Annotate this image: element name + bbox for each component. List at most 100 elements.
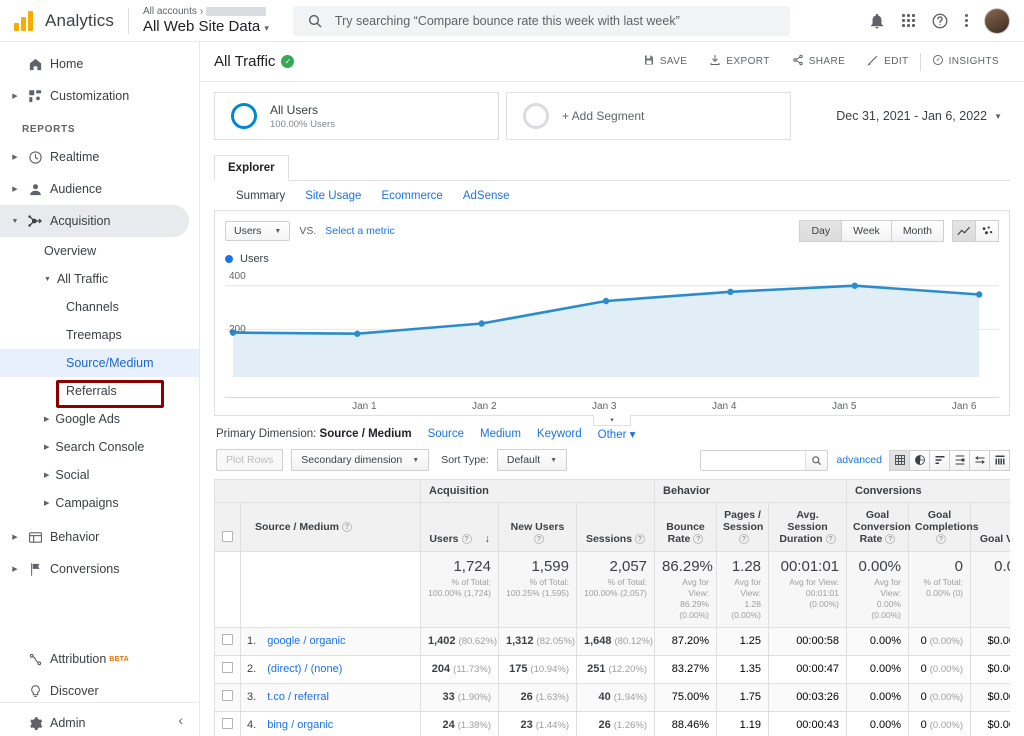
edit-button[interactable]: EDIT xyxy=(856,51,919,73)
sidebar-item-treemaps[interactable]: Treemaps xyxy=(0,321,199,349)
column-users[interactable]: Users? ↓ xyxy=(420,502,499,552)
sidebar-item-realtime[interactable]: ▶ Realtime xyxy=(0,141,199,173)
search-icon[interactable] xyxy=(805,450,828,470)
table-row[interactable]: 1. google / organic 1,402 (80.62%) 1,312(… xyxy=(214,626,1010,656)
select-all-checkbox[interactable] xyxy=(222,531,233,542)
row-source-link[interactable]: bing / organic xyxy=(267,719,333,731)
share-button[interactable]: SHARE xyxy=(781,51,856,73)
column-bounce-rate[interactable]: Bounce Rate? xyxy=(654,502,718,552)
bar-chart-view-icon[interactable] xyxy=(929,449,950,471)
help-icon[interactable]: ? xyxy=(693,534,704,545)
help-icon[interactable]: ? xyxy=(342,522,353,533)
property-name[interactable]: All Web Site Data ▾ xyxy=(143,18,269,36)
dimension-link-keyword[interactable]: Keyword xyxy=(537,428,582,440)
row-checkbox[interactable] xyxy=(221,662,233,673)
notifications-icon[interactable] xyxy=(868,12,886,30)
row-checkbox[interactable] xyxy=(221,690,233,701)
row-checkbox-cell[interactable] xyxy=(214,710,241,736)
granularity-day[interactable]: Day xyxy=(799,220,843,242)
sidebar-item-acquisition[interactable]: ▼ Acquisition xyxy=(0,205,189,237)
line-chart-icon[interactable] xyxy=(952,220,976,242)
sidebar-item-referrals[interactable]: Referrals xyxy=(0,377,199,405)
row-source-cell[interactable]: 4. bing / organic xyxy=(240,710,421,736)
row-source-link[interactable]: t.co / referral xyxy=(267,691,329,703)
help-icon[interactable]: ? xyxy=(534,534,544,545)
table-row[interactable]: 4. bing / organic 24 (1.38%) 23 (1.44%) 26… xyxy=(214,710,1010,736)
table-view-icon[interactable] xyxy=(889,449,910,471)
help-icon[interactable]: ? xyxy=(461,534,472,545)
help-icon[interactable]: ? xyxy=(825,534,836,545)
granularity-week[interactable]: Week xyxy=(841,220,892,242)
subtab-summary[interactable]: Summary xyxy=(236,190,285,202)
column-source-medium[interactable]: Source / Medium? xyxy=(240,502,421,552)
row-checkbox-cell[interactable] xyxy=(214,654,241,684)
sidebar-item-google-ads[interactable]: ▶ Google Ads xyxy=(0,405,199,433)
avatar[interactable] xyxy=(984,7,1010,34)
global-search[interactable] xyxy=(292,5,790,36)
comparison-view-icon[interactable] xyxy=(969,449,990,471)
table-search-input[interactable] xyxy=(701,450,806,470)
row-source-cell[interactable]: 1. google / organic xyxy=(240,626,421,656)
row-checkbox-cell[interactable] xyxy=(214,626,241,656)
sidebar-item-all-traffic[interactable]: ▼ All Traffic xyxy=(0,265,199,293)
sidebar-collapse-button[interactable]: ‹ xyxy=(0,702,199,736)
help-icon[interactable]: ? xyxy=(885,534,896,545)
chart-area[interactable]: 400 200 xyxy=(225,269,999,397)
column-goal-completions[interactable]: Goal Completions? xyxy=(908,502,979,552)
subtab-site-usage[interactable]: Site Usage xyxy=(305,190,361,202)
sidebar-item-social[interactable]: ▶ Social xyxy=(0,461,199,489)
column-goal-conversion-rate[interactable]: Goal Conversion Rate? xyxy=(846,502,911,552)
help-icon[interactable]: ? xyxy=(635,534,646,545)
help-icon[interactable]: ? xyxy=(936,534,947,545)
sidebar-item-source-medium[interactable]: Source/Medium xyxy=(0,349,199,377)
row-checkbox[interactable] xyxy=(221,634,233,645)
row-source-link[interactable]: (direct) / (none) xyxy=(267,663,342,675)
column-new-users[interactable]: New Users? xyxy=(498,502,577,552)
row-source-link[interactable]: google / organic xyxy=(267,635,345,647)
sort-type-select[interactable]: Default ▼ xyxy=(496,449,568,471)
add-segment-button[interactable]: + Add Segment xyxy=(506,92,791,140)
plot-rows-button[interactable]: Plot Rows xyxy=(216,449,284,471)
segment-all-users[interactable]: All Users 100.00% Users xyxy=(214,92,499,140)
sidebar-item-channels[interactable]: Channels xyxy=(0,293,199,321)
granularity-month[interactable]: Month xyxy=(890,220,944,242)
select-metric-link[interactable]: Select a metric xyxy=(325,225,394,237)
date-range-picker[interactable]: Dec 31, 2021 - Jan 6, 2022 ▼ xyxy=(836,109,1010,123)
chart-expander-button[interactable]: ▾ xyxy=(593,415,631,426)
performance-view-icon[interactable] xyxy=(949,449,970,471)
select-all-checkbox-cell[interactable] xyxy=(214,502,241,552)
export-button[interactable]: EXPORT xyxy=(698,51,780,73)
insights-button[interactable]: INSIGHTS xyxy=(921,51,1010,73)
row-checkbox-cell[interactable] xyxy=(214,682,241,712)
dimension-link-source[interactable]: Source xyxy=(428,428,464,440)
search-input[interactable] xyxy=(334,13,776,28)
column-avg-session-duration[interactable]: Avg. Session Duration? xyxy=(768,502,848,552)
table-row[interactable]: 3. t.co / referral 33 (1.90%) 26 (1.63%) 4… xyxy=(214,682,1010,712)
save-button[interactable]: SAVE xyxy=(632,51,699,73)
table-row[interactable]: 2. (direct) / (none) 204 (11.73%) 175 (10.… xyxy=(214,654,1010,684)
sidebar-item-audience[interactable]: ▶ Audience xyxy=(0,173,199,205)
sidebar-item-conversions[interactable]: ▶ Conversions xyxy=(0,553,199,585)
help-icon[interactable]: ? xyxy=(739,534,750,545)
sidebar-item-search-console[interactable]: ▶ Search Console xyxy=(0,433,199,461)
help-icon[interactable] xyxy=(931,12,949,30)
row-checkbox[interactable] xyxy=(221,718,233,729)
subtab-ecommerce[interactable]: Ecommerce xyxy=(381,190,442,202)
sidebar-item-home[interactable]: Home xyxy=(0,48,199,80)
apps-grid-icon[interactable] xyxy=(902,14,915,27)
metric-selector[interactable]: Users ▼ xyxy=(225,221,291,241)
subtab-adsense[interactable]: AdSense xyxy=(463,190,510,202)
row-source-cell[interactable]: 3. t.co / referral xyxy=(240,682,421,712)
sidebar-item-campaigns[interactable]: ▶ Campaigns xyxy=(0,489,199,517)
table-search[interactable] xyxy=(700,449,829,471)
row-source-cell[interactable]: 2. (direct) / (none) xyxy=(240,654,421,684)
column-sessions[interactable]: Sessions? xyxy=(575,502,656,552)
account-selector[interactable]: All accounts › All Web Site Data ▾ xyxy=(143,6,269,36)
scatter-chart-icon[interactable] xyxy=(975,220,999,242)
more-vert-icon[interactable] xyxy=(965,14,968,27)
column-pages-session[interactable]: Pages / Session? xyxy=(716,502,770,552)
tab-explorer[interactable]: Explorer xyxy=(214,155,289,181)
advanced-link[interactable]: advanced xyxy=(836,454,882,466)
pie-chart-view-icon[interactable] xyxy=(909,449,930,471)
secondary-dimension-button[interactable]: Secondary dimension ▼ xyxy=(291,449,430,471)
